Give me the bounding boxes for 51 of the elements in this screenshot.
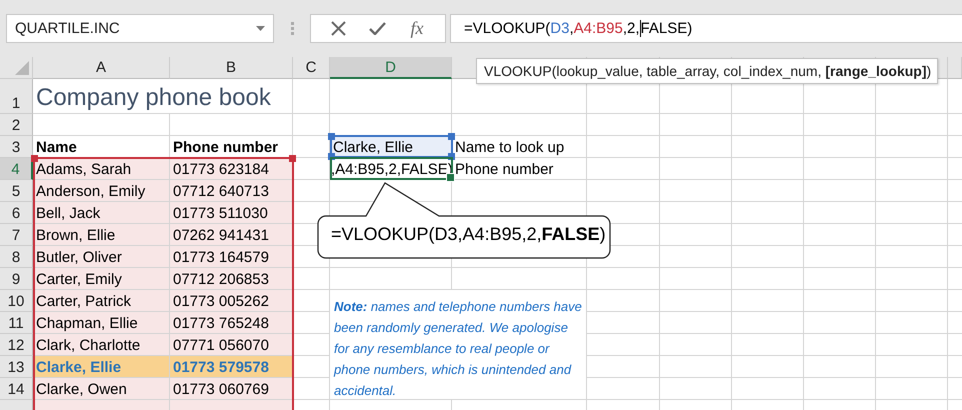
table-cell: 01773 005262 (170, 290, 293, 312)
row-header[interactable]: 2 (0, 114, 33, 136)
name-box[interactable]: QUARTILE.INC (6, 14, 274, 43)
table-cell: 07771 056070 (170, 334, 293, 356)
row-header[interactable]: 8 (0, 246, 33, 268)
table-cell: Butler, Oliver (33, 246, 170, 268)
row-header[interactable]: 9 (0, 268, 33, 290)
insert-function-button[interactable]: fx (408, 18, 426, 39)
table-cell: Carter, Patrick (33, 290, 170, 312)
table-cell: 07712 640713 (170, 180, 293, 202)
table-cell: 07262 941431 (170, 224, 293, 246)
cancel-icon[interactable] (330, 21, 346, 36)
column-header[interactable]: A (33, 57, 170, 79)
function-tooltip: VLOOKUP(lookup_value, table_array, col_index_num, [range_lookup]) (476, 58, 938, 84)
row-header[interactable]: 14 (0, 378, 33, 400)
row-header[interactable]: 3 (0, 136, 33, 158)
callout-text: =VLOOKUP(D3,A4:B95,2,FALSE) (331, 224, 606, 245)
column-header[interactable]: B (170, 57, 293, 79)
column-header[interactable]: D (330, 57, 452, 79)
row-header[interactable]: 12 (0, 334, 33, 356)
table-cell: Anderson, Emily (33, 180, 170, 202)
row-header[interactable]: 5 (0, 180, 33, 202)
note-text: Note: names and telephone numbers have been randomly generated. We apologise for any resemblance to real people or phone numbers, which is unintended and accidental. (334, 298, 582, 400)
table-cell: 01773 511030 (170, 202, 293, 224)
triangle-icon (15, 61, 29, 75)
table-cell: 01773 579578 (170, 356, 293, 378)
table-cell: 01773 623184 (170, 158, 293, 180)
row-header[interactable]: 7 (0, 224, 33, 246)
table-cell: Clark, Charlotte (33, 334, 170, 356)
row-header[interactable]: 13 (0, 356, 33, 378)
row-header[interactable]: 1 (0, 79, 33, 114)
table-cell: 07712 206853 (170, 268, 293, 290)
column-header[interactable]: C (293, 57, 330, 79)
row-header[interactable]: 6 (0, 202, 33, 224)
table-cell: Clarke, Ellie (33, 356, 170, 378)
formula-field[interactable]: =VLOOKUP(D3,A4:B95,2,FALSE) (450, 14, 962, 43)
table-cell: Adams, Sarah (33, 158, 170, 180)
table-cell: Chapman, Ellie (33, 312, 170, 334)
table-cell: 01773 164579 (170, 246, 293, 268)
row-header[interactable]: 4 (0, 158, 33, 180)
table-cell: Brown, Ellie (33, 224, 170, 246)
row-header[interactable]: 11 (0, 312, 33, 334)
table-cell: 01773 060769 (170, 378, 293, 400)
table-cell: Carter, Emily (33, 268, 170, 290)
dropdown-icon[interactable] (256, 26, 265, 31)
table-cell: Clarke, Owen (33, 378, 170, 400)
row-header[interactable]: 10 (0, 290, 33, 312)
table-cell: Bell, Jack (33, 202, 170, 224)
table-cell: 01773 765248 (170, 312, 293, 334)
check-icon[interactable] (368, 22, 386, 35)
grip-icon (291, 22, 294, 35)
